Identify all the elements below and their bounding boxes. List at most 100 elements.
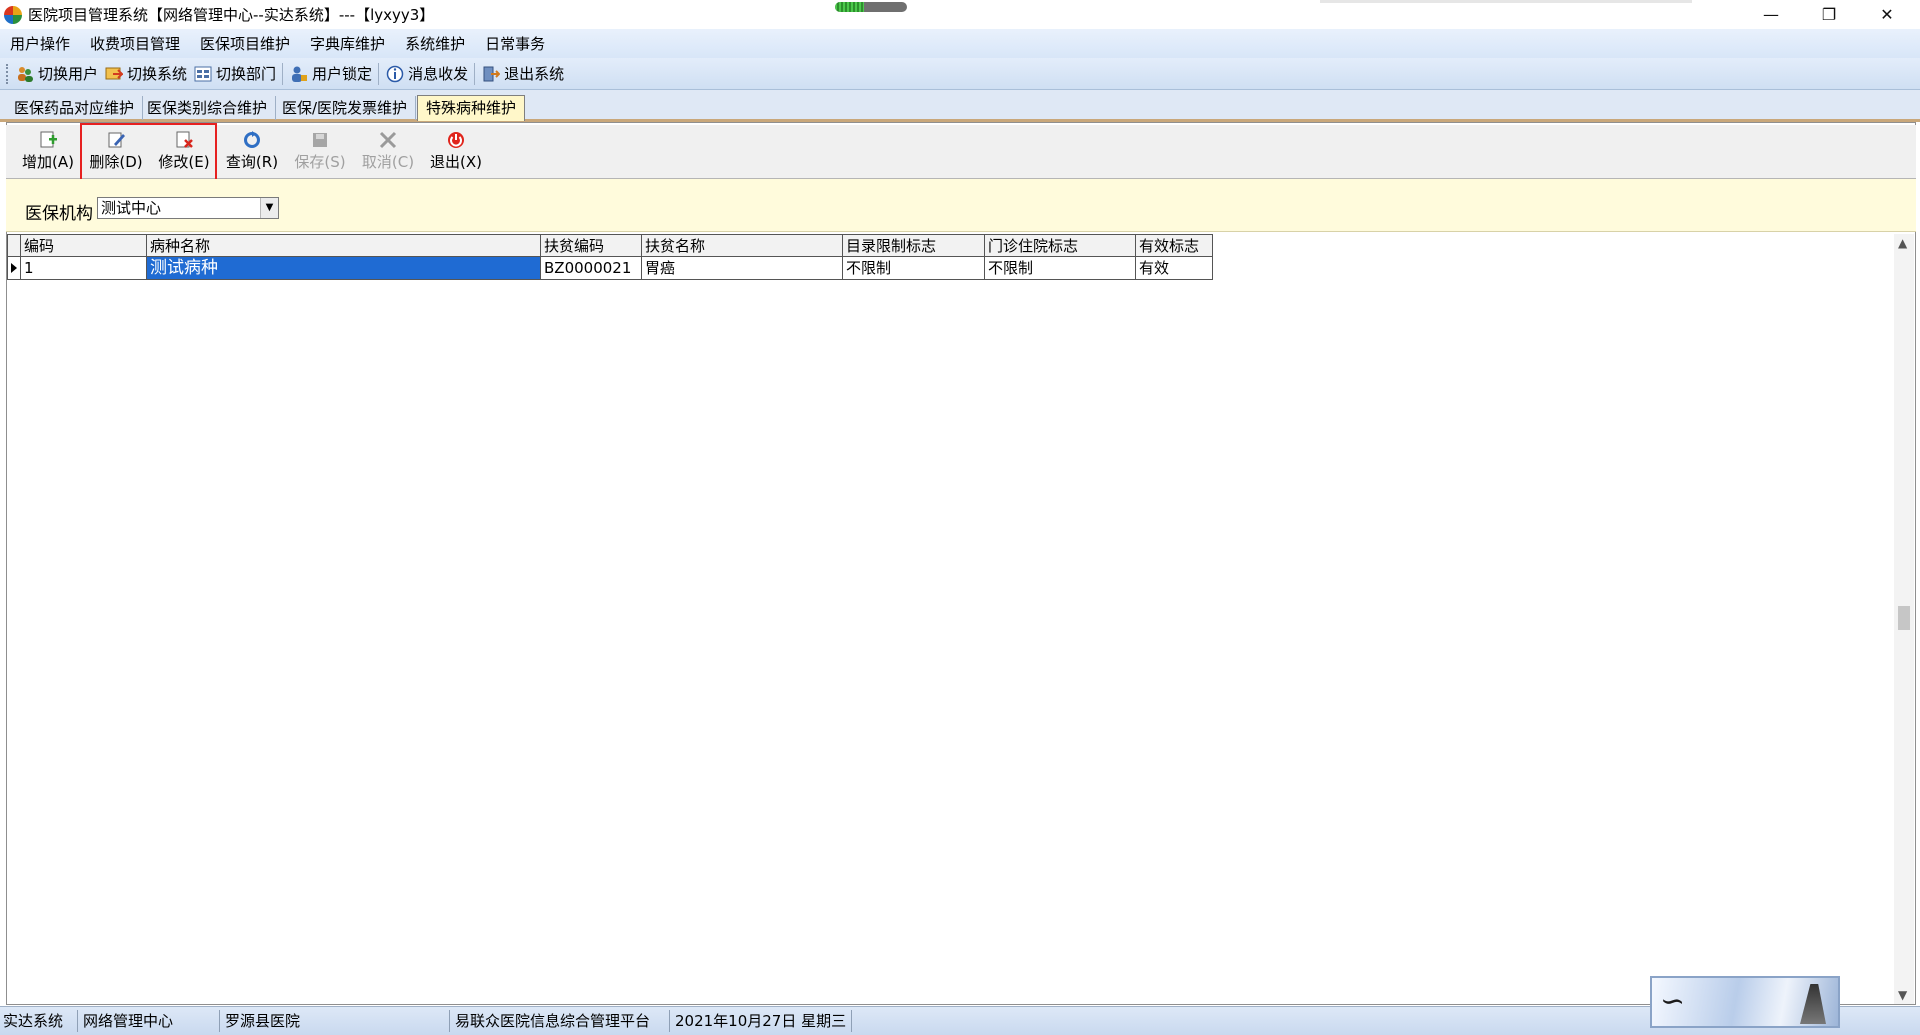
col-header-poverty-code[interactable]: 扶贫编码 [541,234,642,257]
query-label: 查询(R) [225,153,279,171]
close-icon: ✕ [1880,5,1894,24]
row-pointer-icon [7,257,21,280]
cell-code[interactable]: 1 [21,257,147,280]
app-logo-icon [4,5,22,24]
figure-silhouette [1800,984,1826,1024]
annotation-highlight-box [80,123,217,185]
loading-progress-bar [835,2,907,12]
cell-catalog-limit[interactable]: 不限制 [843,257,985,280]
save-label: 保存(S) [294,153,346,171]
exit-system-button[interactable]: 退出系统 [481,63,564,84]
menu-insurance-items[interactable]: 医保项目维护 [200,33,290,54]
insurance-org-select[interactable]: 测试中心 ▼ [97,197,279,219]
col-header-disease-name[interactable]: 病种名称 [147,234,541,257]
restore-icon: ❐ [1821,5,1837,24]
minimize-button[interactable]: — [1742,0,1800,29]
progress-fill [835,2,864,12]
scroll-down-icon[interactable]: ▼ [1898,988,1907,1002]
action-bar: 增加(A) 删除(D) 修改(E) 查询(R) 保存(S) 取消(C) 退出(X… [6,125,1916,179]
status-bar: 实达系统 网络管理中心 罗源县医院 易联众医院信息综合管理平台 2021年10月… [0,1006,1920,1035]
status-center: 网络管理中心 [80,1010,220,1032]
cell-valid-flag[interactable]: 有效 [1136,257,1213,280]
exit-label: 退出(X) [430,153,482,171]
col-header-outpatient-inpatient[interactable]: 门诊住院标志 [985,234,1136,257]
grid-header-row: 编码 病种名称 扶贫编码 扶贫名称 目录限制标志 门诊住院标志 有效标志 [7,234,1213,257]
cancel-button[interactable]: 取消(C) [356,129,420,175]
cancel-x-icon [376,129,400,151]
tab-strip: 医保药品对应维护 医保类别综合维护 医保/医院发票维护 特殊病种维护 [0,90,1920,122]
cell-poverty-code[interactable]: BZ0000021 [541,257,642,280]
status-hospital: 罗源县医院 [222,1010,450,1032]
add-icon [36,129,60,151]
col-header-code[interactable]: 编码 [21,234,147,257]
add-button[interactable]: 增加(A) [16,129,80,175]
overlay-window-edge [1320,0,1692,3]
close-button[interactable]: ✕ [1858,0,1916,29]
add-label: 增加(A) [22,153,74,171]
tab-drug-mapping[interactable]: 医保药品对应维护 [6,96,144,120]
department-icon [193,64,213,84]
switch-dept-button[interactable]: 切换部门 [193,63,276,84]
col-header-catalog-limit[interactable]: 目录限制标志 [843,234,985,257]
status-system: 实达系统 [0,1010,78,1032]
header-indicator-cell [7,234,21,257]
col-header-poverty-name[interactable]: 扶贫名称 [642,234,843,257]
tab-insurance-category[interactable]: 医保类别综合维护 [139,96,277,120]
user-lock-label: 用户锁定 [312,65,373,83]
exit-door-icon [481,64,501,84]
cell-poverty-name[interactable]: 胃癌 [642,257,843,280]
title-bar: 医院项目管理系统【网络管理中心--实达系统】---【lyxyy3】 — ❐ ✕ [0,0,1920,29]
menu-daily[interactable]: 日常事务 [485,33,545,54]
switch-user-label: 切换用户 [38,65,99,83]
calligraphy-brush-mark: ∽ [1660,984,1686,1019]
toolbar-separator [474,62,476,85]
status-date: 2021年10月27日 星期三 [672,1010,852,1032]
tab-special-disease[interactable]: 特殊病种维护 [417,95,526,121]
scroll-up-icon[interactable]: ▲ [1898,236,1907,250]
menu-system[interactable]: 系统维护 [405,33,465,54]
scroll-thumb[interactable] [1898,606,1910,630]
info-icon [385,64,405,84]
menu-charge-items[interactable]: 收费项目管理 [90,33,180,54]
restore-button[interactable]: ❐ [1800,0,1858,29]
vertical-scrollbar[interactable]: ▲ ▼ [1894,234,1914,1004]
chevron-down-icon[interactable]: ▼ [260,198,278,218]
cell-disease-name[interactable]: 测试病种 [147,257,541,280]
menu-bar: 用户操作 收费项目管理 医保项目维护 字典库维护 系统维护 日常事务 [0,29,1920,58]
messages-button[interactable]: 消息收发 [385,63,468,84]
switch-user-button[interactable]: 切换用户 [15,63,98,84]
switch-system-label: 切换系统 [127,65,188,83]
decorative-calligraphy-image: ∽ [1650,976,1840,1028]
toolbar-separator [282,62,284,85]
switch-system-button[interactable]: 切换系统 [104,63,187,84]
toolbar-grip[interactable] [6,63,9,84]
save-button[interactable]: 保存(S) [288,129,352,175]
save-disk-icon [308,129,332,151]
col-header-valid-flag[interactable]: 有效标志 [1136,234,1213,257]
minimize-icon: — [1763,5,1779,24]
cell-outpatient-inpatient[interactable]: 不限制 [985,257,1136,280]
insurance-org-label: 医保机构 [25,204,93,224]
user-lock-icon [289,64,309,84]
messages-label: 消息收发 [408,65,469,83]
main-toolbar: 切换用户 切换系统 切换部门 用户锁定 消息收发 退出系统 [0,58,1920,90]
switch-dept-label: 切换部门 [216,65,277,83]
menu-user-ops[interactable]: 用户操作 [10,33,70,54]
cancel-label: 取消(C) [361,153,415,171]
toolbar-separator [378,62,380,85]
switch-system-icon [104,64,124,84]
tab-invoice[interactable]: 医保/医院发票维护 [274,96,417,120]
menu-dictionary[interactable]: 字典库维护 [310,33,385,54]
users-icon [15,64,35,84]
refresh-icon [240,129,264,151]
window-title: 医院项目管理系统【网络管理中心--实达系统】---【lyxyy3】 [28,6,435,24]
exit-system-label: 退出系统 [504,65,565,83]
insurance-org-value: 测试中心 [101,199,162,217]
power-icon [444,129,468,151]
query-button[interactable]: 查询(R) [220,129,284,175]
status-platform: 易联众医院信息综合管理平台 [452,1010,670,1032]
user-lock-button[interactable]: 用户锁定 [289,63,372,84]
exit-button[interactable]: 退出(X) [424,129,488,175]
table-row[interactable]: 1 测试病种 BZ0000021 胃癌 不限制 不限制 有效 [7,257,1213,280]
filter-bar: 医保机构 测试中心 ▼ [6,179,1916,232]
